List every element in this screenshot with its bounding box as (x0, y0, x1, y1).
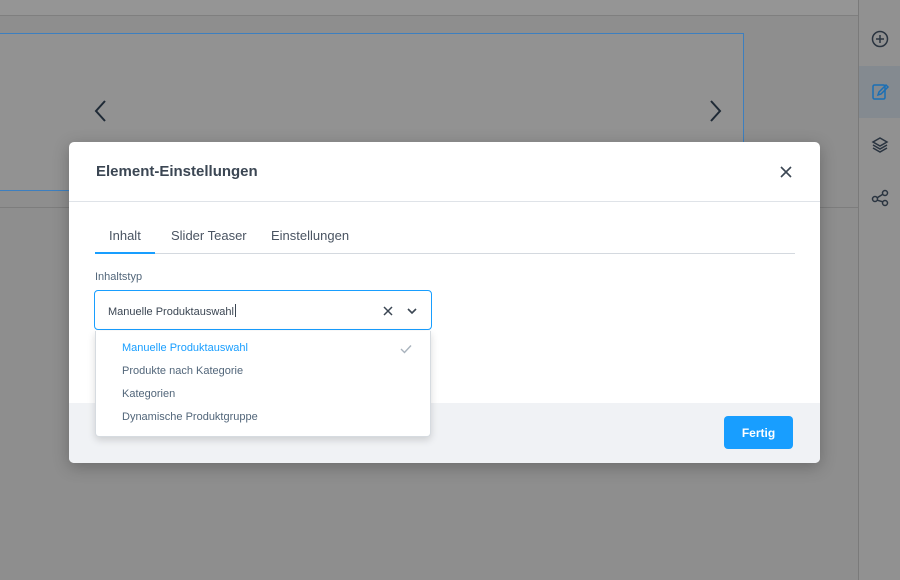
edit-settings-button[interactable] (859, 66, 900, 118)
modal-header: Element-Einstellungen (69, 142, 820, 202)
option-produkte-nach-kategorie[interactable]: Produkte nach Kategorie (96, 360, 430, 383)
share-button[interactable] (859, 172, 900, 224)
modal-title: Element-Einstellungen (96, 163, 258, 180)
plus-circle-icon (871, 30, 889, 48)
top-section (0, 0, 858, 16)
tab-einstellungen[interactable]: Einstellungen (271, 228, 349, 254)
layers-icon (871, 137, 889, 153)
slider-next-icon[interactable] (700, 96, 730, 126)
option-dynamische-produktgruppe[interactable]: Dynamische Produktgruppe (96, 406, 430, 429)
chevron-down-icon[interactable] (405, 304, 419, 318)
right-sidebar (858, 0, 900, 580)
option-manuelle-produktauswahl[interactable]: Manuelle Produktauswahl (96, 337, 430, 360)
tab-bar: Inhalt Slider Teaser Einstellungen (95, 226, 795, 254)
tab-slider-teaser[interactable]: Slider Teaser (171, 228, 247, 254)
close-icon (780, 166, 792, 178)
select-value[interactable]: Manuelle Produktauswahl (108, 304, 236, 318)
close-button[interactable] (776, 162, 796, 182)
option-kategorien[interactable]: Kategorien (96, 383, 430, 406)
tab-inhalt[interactable]: Inhalt (95, 228, 155, 254)
layers-button[interactable] (859, 119, 900, 171)
content-type-dropdown: Manuelle Produktauswahl Produkte nach Ka… (95, 331, 431, 437)
checkmark-icon (400, 345, 412, 354)
content-type-label: Inhaltstyp (95, 271, 143, 283)
done-button[interactable]: Fertig (724, 416, 793, 449)
add-block-button[interactable] (859, 13, 900, 65)
text-caret (234, 304, 236, 317)
content-type-select[interactable]: Manuelle Produktauswahl (94, 290, 432, 330)
share-icon (871, 189, 889, 207)
clear-icon[interactable] (381, 304, 395, 318)
slider-prev-icon[interactable] (86, 96, 116, 126)
edit-icon (872, 83, 890, 100)
